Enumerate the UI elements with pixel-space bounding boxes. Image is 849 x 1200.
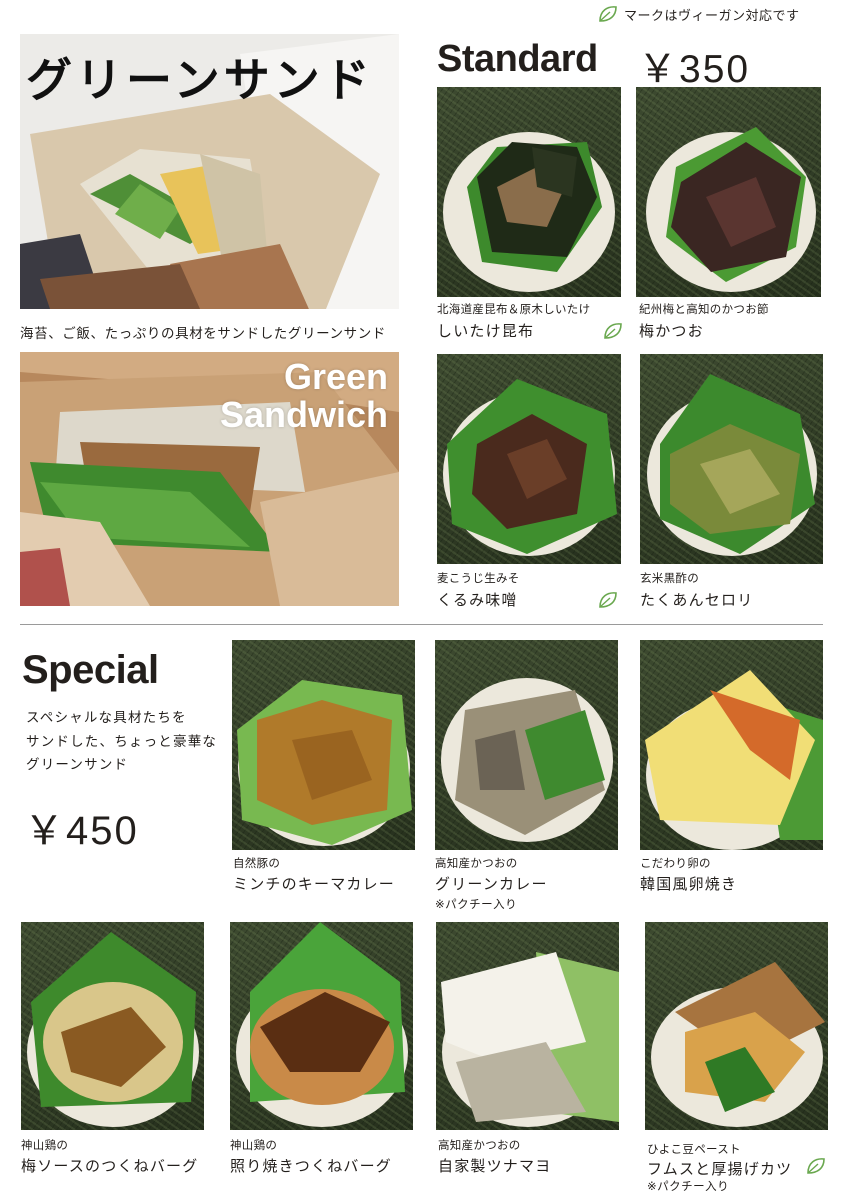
item-subtitle: 紀州梅と高知のかつお節 <box>639 302 769 316</box>
item-subtitle: 自然豚の <box>233 856 281 870</box>
item-subtitle: 高知産かつおの <box>438 1138 521 1152</box>
item-subtitle: ひよこ豆ペースト <box>647 1142 741 1156</box>
leaf-icon <box>806 1157 826 1175</box>
item-name: 自家製ツナマヨ <box>438 1157 552 1175</box>
leaf-icon <box>603 322 623 340</box>
item-name: グリーンカレー <box>435 875 548 893</box>
hero-english-title-line2: Sandwich <box>219 394 388 435</box>
item-photo-korean-omelette <box>640 640 823 850</box>
leaf-icon <box>598 591 618 609</box>
tagline: 海苔、ご飯、たっぷりの具材をサンドしたグリーンサンド <box>20 326 386 342</box>
item-subtitle: 神山鶏の <box>230 1138 278 1152</box>
special-price: ￥450 <box>24 809 139 853</box>
item-name: 韓国風卵焼き <box>640 875 738 893</box>
vegan-legend: マークはヴィーガン対応です <box>598 4 800 24</box>
item-photo-shiitake-kombu <box>437 87 621 297</box>
item-name: 梅かつお <box>639 322 704 340</box>
item-note: ※パクチー入り <box>647 1179 730 1193</box>
item-photo-keema-curry <box>232 640 415 850</box>
item-subtitle: こだわり卵の <box>640 856 711 870</box>
item-note: ※パクチー入り <box>435 897 518 911</box>
item-name: フムスと厚揚げカツ <box>647 1160 793 1178</box>
item-subtitle: 北海道産昆布＆原木しいたけ <box>437 302 591 316</box>
item-name: 梅ソースのつくねバーグ <box>21 1157 199 1175</box>
item-subtitle: 麦こうじ生みそ <box>437 571 520 585</box>
special-description-line: サンドした、ちょっと豪華な <box>26 733 218 750</box>
item-name: たくあんセロリ <box>640 591 754 609</box>
item-photo-green-curry <box>435 640 618 850</box>
item-name: しいたけ昆布 <box>437 322 535 340</box>
item-photo-takuan-celery <box>640 354 823 564</box>
special-title: Special <box>22 648 159 692</box>
hero-english-title-line1: Green <box>283 356 388 397</box>
standard-title: Standard <box>437 38 598 80</box>
item-subtitle: 高知産かつおの <box>435 856 518 870</box>
hero-english-title: Green Sandwich <box>220 358 388 434</box>
item-name: 照り焼きつくねバーグ <box>230 1157 393 1175</box>
special-description-line: グリーンサンド <box>26 757 129 773</box>
special-description-line: スペシャルな具材たちを <box>26 710 187 726</box>
section-divider <box>20 624 823 625</box>
standard-price: ￥350 <box>638 48 751 91</box>
item-subtitle: 玄米黒酢の <box>640 571 699 585</box>
item-name: ミンチのキーマカレー <box>233 875 396 893</box>
special-description: スペシャルな具材たちを サンドした、ちょっと豪華な グリーンサンド <box>26 707 226 778</box>
item-name: くるみ味噌 <box>437 591 518 609</box>
item-photo-teriyaki-tsukune <box>230 922 413 1130</box>
page-title: グリーンサンド <box>26 53 374 107</box>
item-photo-ume-katsuo <box>636 87 821 297</box>
leaf-icon <box>598 5 618 23</box>
item-subtitle: 神山鶏の <box>21 1138 69 1152</box>
item-photo-ume-tsukune <box>21 922 204 1130</box>
item-photo-hummus-atsuage <box>645 922 828 1130</box>
vegan-legend-text: マークはヴィーガン対応です <box>624 8 800 24</box>
item-photo-kurumi-miso <box>437 354 621 564</box>
item-photo-tuna-mayo <box>436 922 619 1130</box>
